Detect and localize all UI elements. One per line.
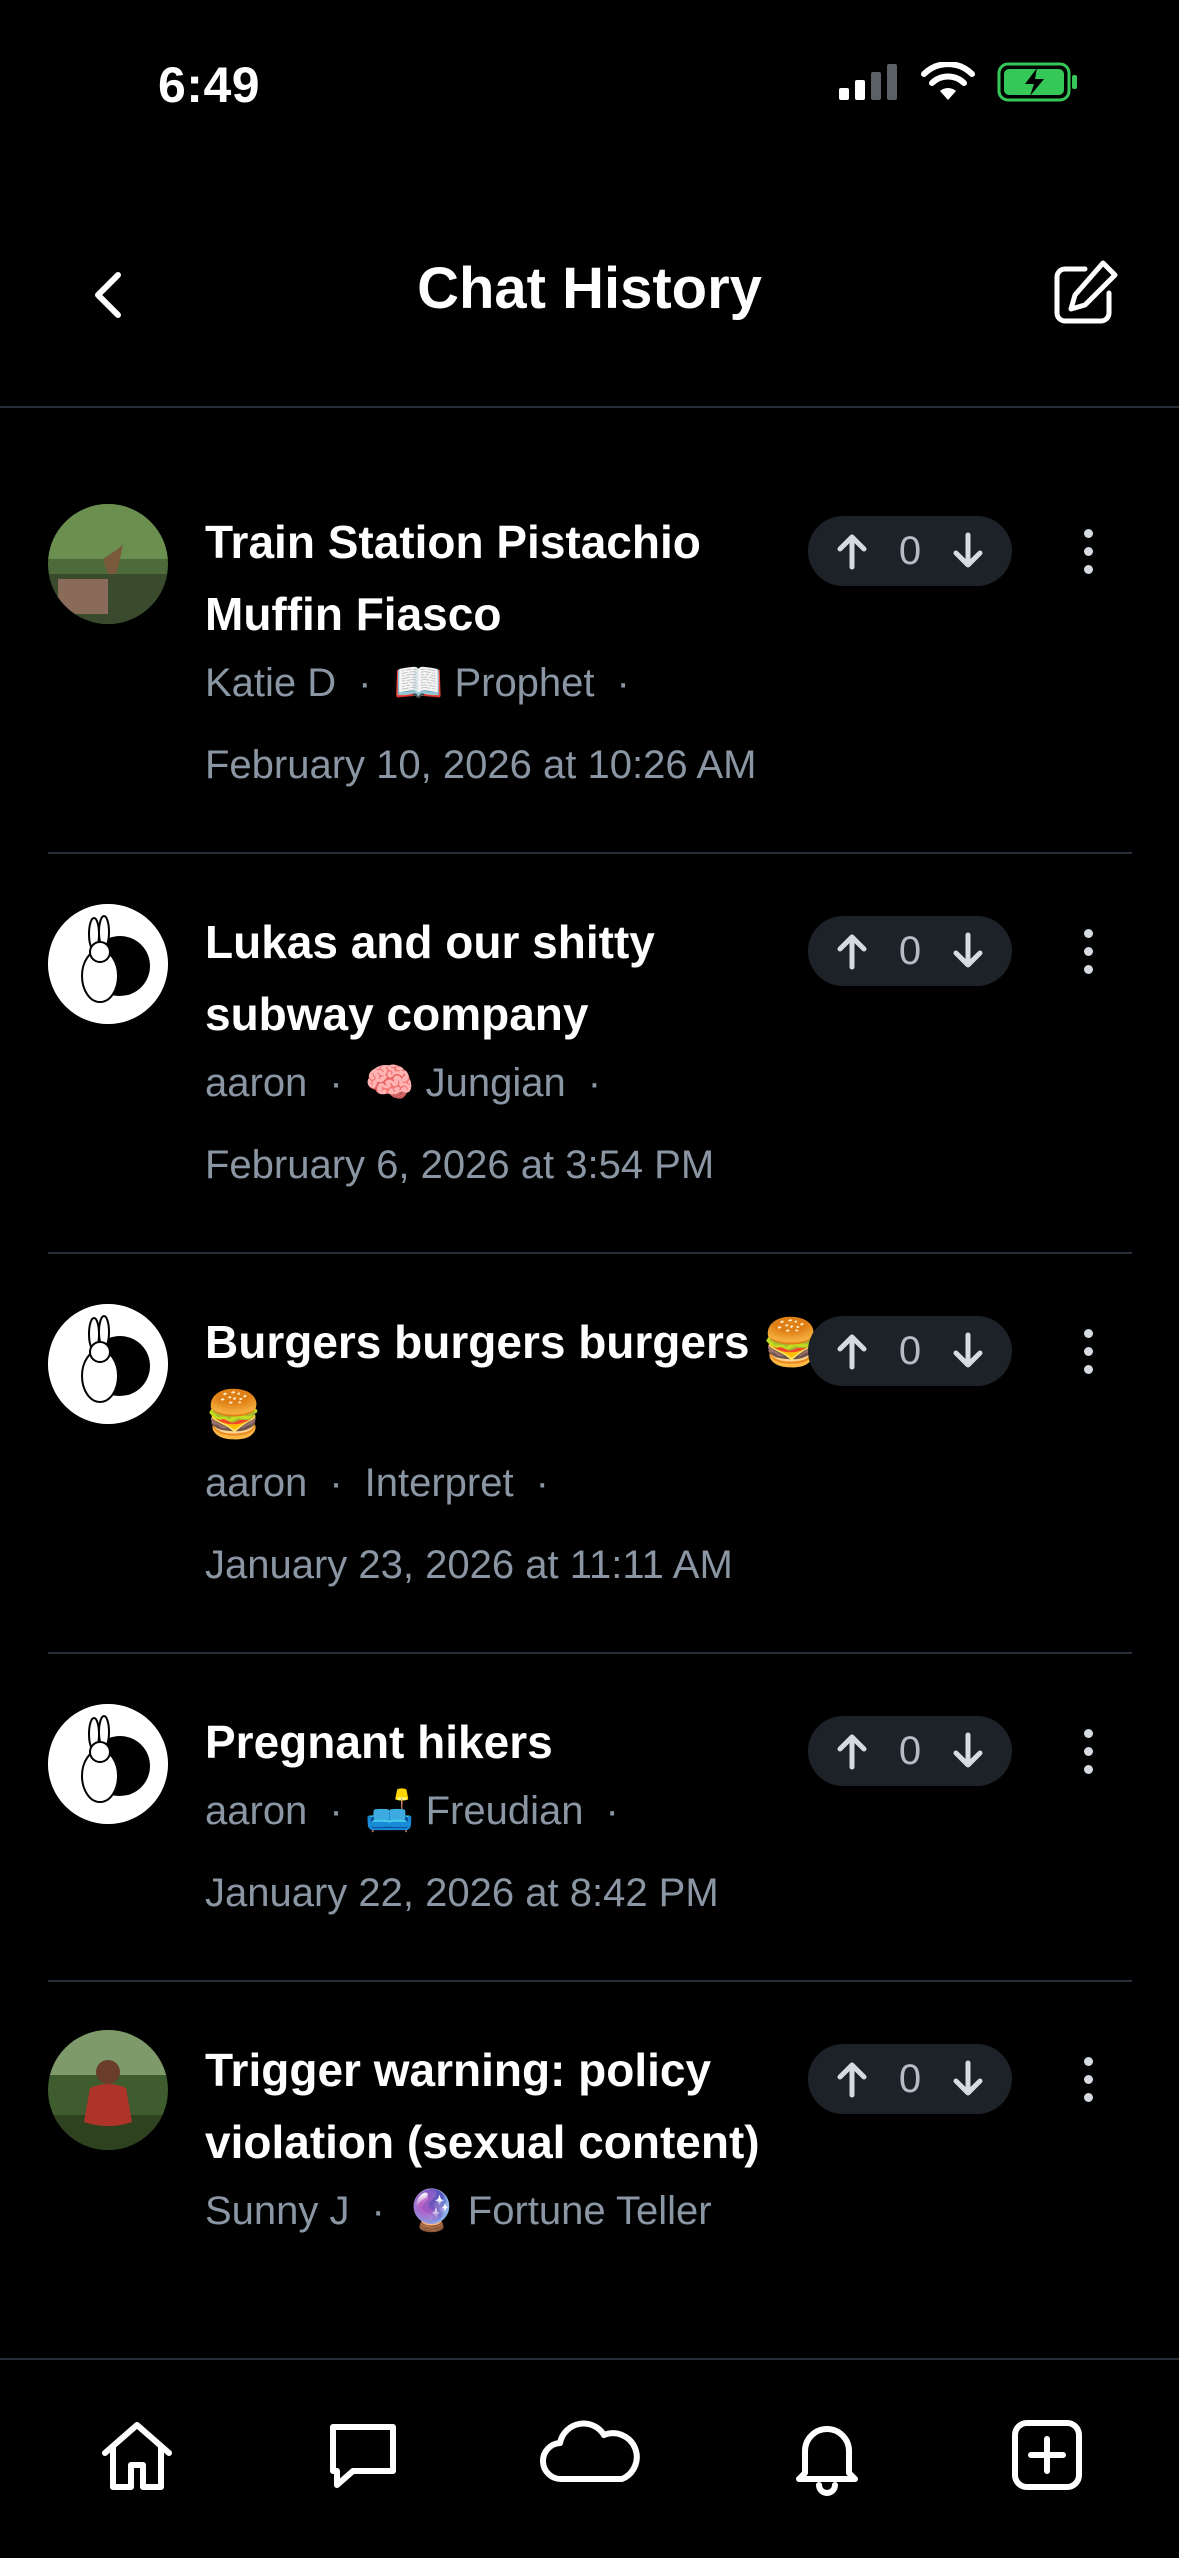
chat-item[interactable]: Pregnant hikers aaron · 🛋️ Freudian · Janua… [48,1654,1132,1982]
chat-mode: Fortune Teller [467,2189,712,2233]
vote-count: 0 [898,1328,922,1373]
chat-icon [330,2424,396,2488]
downvote-icon[interactable] [948,1331,988,1371]
vote-count: 0 [898,528,922,573]
battery-charging-icon [997,62,1077,102]
chat-meta: Sunny J · 🔮 Fortune Teller [205,2189,712,2233]
vote-control: 0 [808,1716,1012,1786]
downvote-icon[interactable] [948,2059,988,2099]
tab-cloud[interactable] [536,2410,646,2500]
upvote-icon[interactable] [832,931,872,971]
header: Chat History [0,170,1179,408]
wifi-icon [921,62,975,100]
more-options-icon[interactable] [1068,516,1108,586]
chat-mode: Jungian [425,1061,566,1105]
chat-meta: Katie D · 📖 Prophet · [205,661,630,705]
chat-date: February 10, 2026 at 10:26 AM [205,743,757,787]
chat-date: January 23, 2026 at 11:11 AM [205,1543,733,1587]
chat-meta: aaron · 🧠 Jungian · [205,1061,602,1105]
chat-item[interactable]: Trigger warning: policy violation (sexua… [48,1982,1132,2358]
vote-control: 0 [808,2044,1012,2114]
tab-chat[interactable] [318,2410,408,2500]
more-options-icon[interactable] [1068,1316,1108,1386]
chat-meta: aaron · 🛋️ Freudian · [205,1789,619,1833]
upvote-icon[interactable] [832,1331,872,1371]
vote-count: 0 [898,2056,922,2101]
status-time: 6:49 [158,57,261,113]
chat-date: February 6, 2026 at 3:54 PM [205,1143,715,1187]
chat-user: aaron [205,1789,308,1833]
avatar [48,1704,168,1824]
tab-home[interactable] [92,2410,182,2500]
tab-notifications[interactable] [782,2410,872,2500]
chat-date: January 22, 2026 at 8:42 PM [205,1871,719,1915]
upvote-icon[interactable] [832,1731,872,1771]
more-options-icon[interactable] [1068,916,1108,986]
chat-item[interactable]: Lukas and our shitty subway company aaro… [48,854,1132,1254]
more-options-icon[interactable] [1068,2044,1108,2114]
chat-mode: Interpret [364,1461,514,1505]
vote-control: 0 [808,1316,1012,1386]
vote-count: 0 [898,928,922,973]
chat-meta: aaron · Interpret · [205,1461,549,1505]
avatar [48,904,168,1024]
upvote-icon[interactable] [832,531,872,571]
downvote-icon[interactable] [948,1731,988,1771]
compose-icon[interactable] [1045,253,1125,333]
chat-user: aaron [205,1461,308,1505]
page-title: Chat History [417,256,762,321]
avatar [48,1304,168,1424]
tab-create[interactable] [1002,2410,1092,2500]
chat-mode: Prophet [454,661,595,705]
downvote-icon[interactable] [948,531,988,571]
chat-title: Trigger warning: policy violation (sexua… [205,2044,760,2168]
chat-title: Burgers burgers burgers 🍔🍔 [205,1316,820,1440]
plus-square-icon [1012,2420,1082,2490]
upvote-icon[interactable] [832,2059,872,2099]
avatar [48,2030,168,2150]
chat-item[interactable]: Burgers burgers burgers 🍔🍔 aaron · Interpr… [48,1254,1132,1654]
chat-mode: Freudian [425,1789,584,1833]
status-bar: 6:49 [0,0,1179,170]
chat-user: Katie D [205,661,337,705]
home-icon [102,2422,172,2490]
mode-emoji: 🧠 [364,1061,415,1105]
chat-title: Pregnant hikers [205,1716,553,1768]
chat-user: aaron [205,1061,308,1105]
vote-control: 0 [808,916,1012,986]
tab-bar [0,2358,1179,2558]
mode-emoji: 📖 [393,661,444,705]
cloud-icon [539,2420,640,2483]
downvote-icon[interactable] [948,931,988,971]
bell-icon [796,2426,858,2496]
signal-icon [839,64,897,100]
avatar [48,504,168,624]
more-options-icon[interactable] [1068,1716,1108,1786]
chat-user: Sunny J [205,2189,350,2233]
chat-history-list: Train Station Pistachio Muffin Fiasco Ka… [0,408,1179,2358]
chat-title: Train Station Pistachio Muffin Fiasco [205,516,701,640]
chat-item[interactable]: Train Station Pistachio Muffin Fiasco Ka… [48,408,1132,854]
chat-title: Lukas and our shitty subway company [205,916,655,1040]
vote-count: 0 [898,1728,922,1773]
mode-emoji: 🔮 [406,2189,457,2233]
mode-emoji: 🛋️ [364,1789,415,1833]
vote-control: 0 [808,516,1012,586]
